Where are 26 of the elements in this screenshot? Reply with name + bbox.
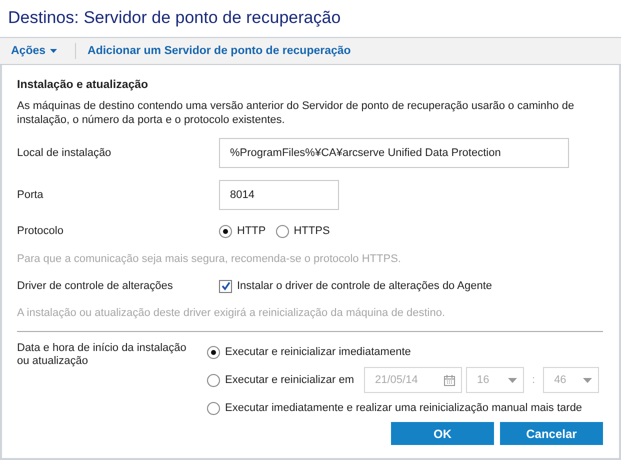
caret-icon — [508, 378, 517, 382]
radio-option[interactable]: HTTPS — [276, 224, 330, 238]
time-separator: : — [532, 374, 536, 386]
field-label: Protocolo — [17, 225, 64, 237]
section-description: As máquinas de destino contendo uma versão anterior do Servidor de ponto de recuperação usarão o caminho de instalação, o número da porta e o protocolo existentes. — [17, 99, 576, 127]
hint-text: A instalação ou atualização deste driver exigirá a reinicialização da máquina de destino. — [17, 306, 446, 321]
ok-button[interactable]: OK — [391, 422, 494, 445]
hint-text: Para que a comunicação seja mais segura, recomenda-se o protocolo HTTPS. — [17, 252, 402, 267]
caret-icon — [50, 49, 57, 53]
checkmark-icon — [220, 281, 230, 291]
radio-option[interactable]: HTTP — [219, 224, 266, 238]
calendar-icon — [444, 374, 455, 386]
radio-option[interactable]: Executar e reinicializar imediatamente — [207, 346, 411, 358]
port-field[interactable]: 8014 — [219, 180, 339, 210]
field-label: Data e hora de início da instalação ou atualização — [17, 342, 188, 369]
field-label: Local de instalação — [17, 147, 112, 159]
radio-option[interactable]: Executar imediatamente e realizar uma reinicialização manual mais tarde — [207, 402, 582, 414]
actions-menu[interactable]: Ações — [11, 45, 57, 57]
checkbox-option[interactable]: Instalar o driver de controle de alterações do Agente — [219, 280, 492, 292]
cancel-button[interactable]: Cancelar — [500, 422, 603, 445]
section-title: Instalação e atualização — [17, 79, 150, 91]
field-label: Driver de controle de alterações — [17, 280, 174, 292]
install-location-field[interactable]: %ProgramFiles%¥CA¥arcserve Unified Data Protection — [219, 138, 569, 168]
field-label: Porta — [17, 189, 44, 201]
add-server-link[interactable]: Adicionar um Servidor de ponto de recuperação — [88, 45, 351, 57]
caret-icon — [583, 378, 592, 382]
